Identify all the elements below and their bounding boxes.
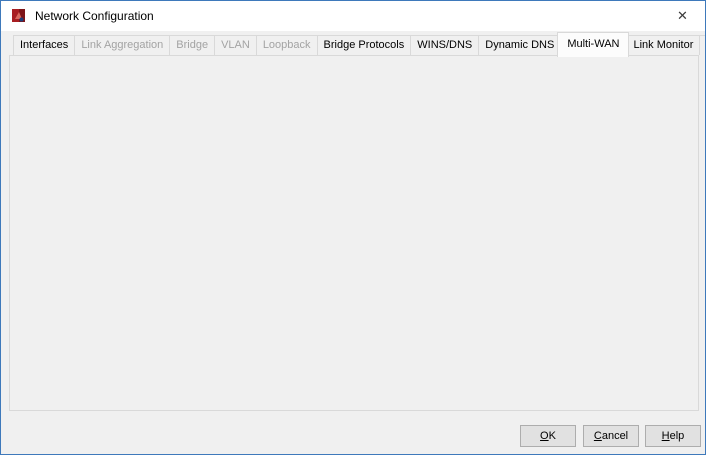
tab-interfaces[interactable]: Interfaces (13, 35, 75, 55)
window-title: Network Configuration (35, 9, 154, 23)
tab-loopback: Loopback (256, 35, 318, 55)
titlebar: Network Configuration ✕ (1, 1, 705, 31)
tab-bridge: Bridge (169, 35, 215, 55)
multi-wan-tab-panel (9, 55, 699, 411)
tab-multi-wan[interactable]: Multi-WAN (557, 32, 629, 57)
help-button[interactable]: Help (645, 425, 701, 447)
app-icon (11, 8, 27, 24)
tab-bridge-protocols[interactable]: Bridge Protocols (317, 35, 412, 55)
tab-dynamic-dns[interactable]: Dynamic DNS (478, 35, 561, 55)
tab-vlan: VLAN (214, 35, 257, 55)
tab-sd-wan[interactable]: SD-WAN (699, 35, 706, 55)
tab-link-aggregation: Link Aggregation (74, 35, 170, 55)
ok-button[interactable]: OK (520, 425, 576, 447)
cancel-button[interactable]: Cancel (583, 425, 639, 447)
tab-strip: Interfaces Link Aggregation Bridge VLAN … (13, 32, 706, 56)
close-icon[interactable]: ✕ (660, 1, 705, 30)
tab-link-monitor[interactable]: Link Monitor (626, 35, 700, 55)
tab-wins-dns[interactable]: WINS/DNS (410, 35, 479, 55)
network-configuration-dialog: Network Configuration ✕ Interfaces Link … (0, 0, 706, 455)
